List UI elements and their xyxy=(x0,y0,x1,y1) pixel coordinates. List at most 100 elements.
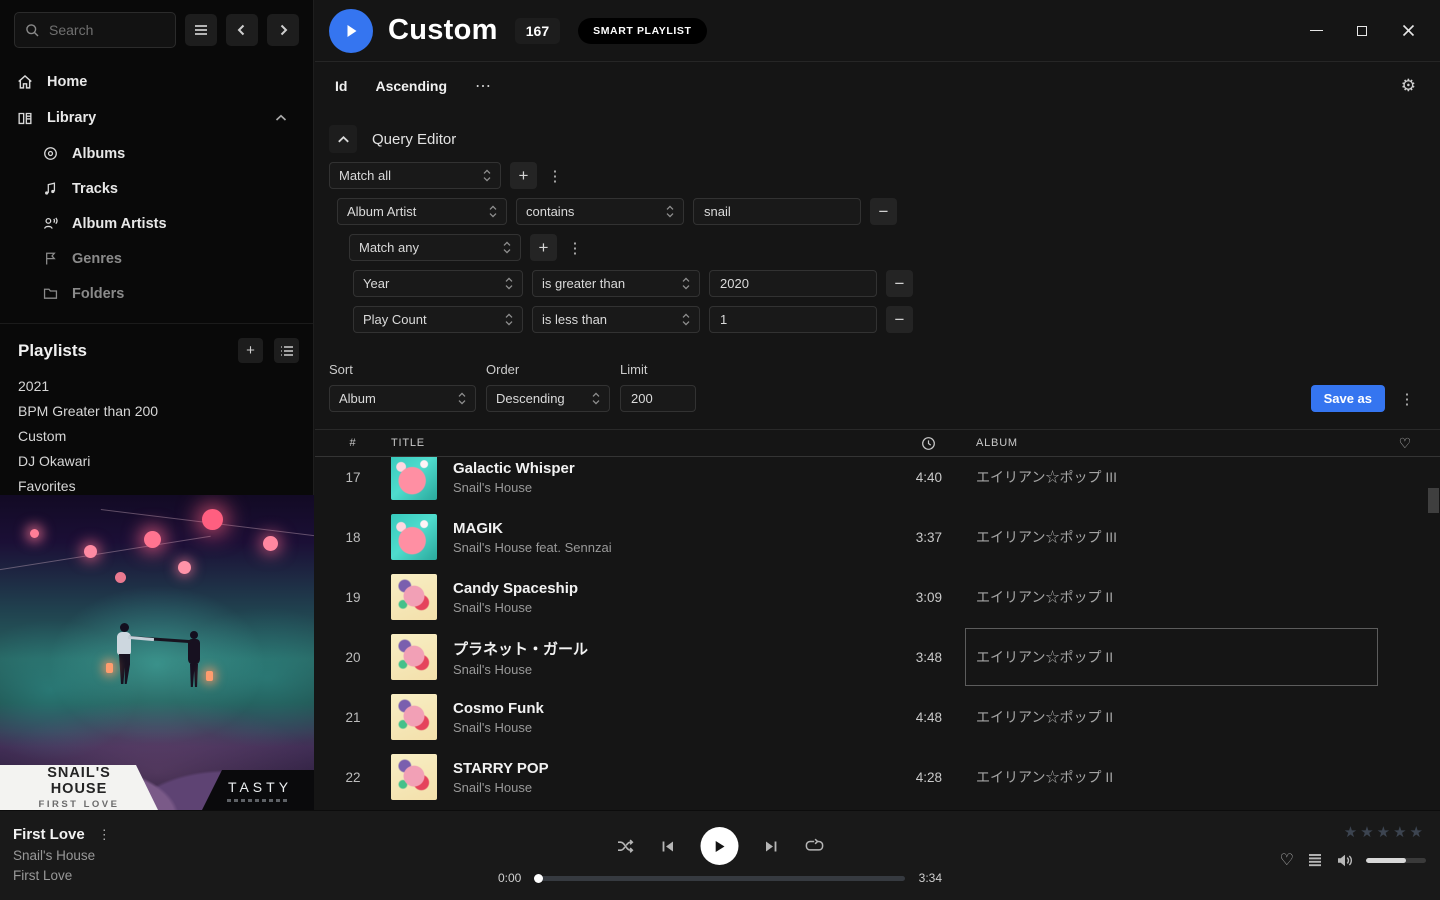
match-type-select[interactable]: Match all xyxy=(329,162,501,189)
maximize-button[interactable] xyxy=(1354,23,1370,39)
group-menu-button[interactable]: ⋮ xyxy=(546,167,564,185)
chevron-left-icon xyxy=(235,23,249,37)
track-count-badge: 167 xyxy=(515,18,560,44)
playlist-item[interactable]: Custom xyxy=(18,423,299,448)
rule-field-select[interactable]: Year xyxy=(353,270,523,297)
query-group-1: Match all + ⋮ xyxy=(329,162,1440,189)
save-menu-button[interactable]: ⋮ xyxy=(1398,390,1416,408)
playlist-item[interactable]: 2021 xyxy=(18,373,299,398)
search-input[interactable]: Search xyxy=(14,12,176,48)
rule-value-input[interactable] xyxy=(693,198,861,225)
now-playing-artist[interactable]: Snail's House xyxy=(13,848,111,863)
album-art-thumbnail xyxy=(391,694,437,740)
table-row[interactable]: 22 STARRY POP Snail's House 4:28 エイリアン☆ポ… xyxy=(315,747,1440,807)
now-playing-menu-button[interactable]: ⋮ xyxy=(98,827,111,843)
column-header-title[interactable]: TITLE xyxy=(391,437,876,449)
collapse-query-editor-button[interactable] xyxy=(329,125,357,153)
remove-rule-button[interactable]: − xyxy=(886,306,913,333)
previous-track-button[interactable] xyxy=(660,839,676,854)
close-button[interactable] xyxy=(1400,23,1416,39)
sort-direction-button[interactable]: Ascending xyxy=(375,78,447,94)
playlist-item[interactable]: BPM Greater than 200 xyxy=(18,398,299,423)
order-select[interactable]: Descending xyxy=(486,385,610,412)
sidebar-item-home[interactable]: Home xyxy=(0,64,313,100)
playlists-title: Playlists xyxy=(18,341,227,361)
rule-operator-select[interactable]: is less than xyxy=(532,306,700,333)
play-playlist-button[interactable] xyxy=(329,9,373,53)
select-spinner-icon xyxy=(503,241,511,254)
sidebar-item-albums[interactable]: Albums xyxy=(0,136,313,171)
column-header-index[interactable]: # xyxy=(315,437,391,449)
forward-button[interactable] xyxy=(267,14,299,46)
more-options-button[interactable]: ⋯ xyxy=(475,76,492,96)
sort-field-button[interactable]: Id xyxy=(335,78,347,94)
seek-knob[interactable] xyxy=(534,874,543,883)
select-spinner-icon xyxy=(666,205,674,218)
now-playing-album[interactable]: First Love xyxy=(13,868,111,883)
rule-value-input[interactable] xyxy=(709,306,877,333)
rule-value-input[interactable] xyxy=(709,270,877,297)
search-placeholder: Search xyxy=(49,22,93,38)
next-track-button[interactable] xyxy=(764,839,780,854)
track-album-focused[interactable]: エイリアン☆ポップ II xyxy=(942,627,1384,687)
play-pause-button[interactable] xyxy=(701,827,739,865)
repeat-button[interactable] xyxy=(805,838,825,855)
table-header: # TITLE ALBUM ♡ xyxy=(315,429,1440,457)
album-art-thumbnail xyxy=(391,574,437,620)
remove-rule-button[interactable]: − xyxy=(886,270,913,297)
column-header-favorite[interactable]: ♡ xyxy=(1384,435,1440,452)
menu-button[interactable] xyxy=(185,14,217,46)
column-header-duration[interactable] xyxy=(876,436,942,451)
sidebar-item-genres[interactable]: Genres xyxy=(0,241,313,276)
playlist-list: 2021 BPM Greater than 200 Custom DJ Okaw… xyxy=(18,373,299,498)
group-menu-button[interactable]: ⋮ xyxy=(566,239,584,257)
sidebar-item-folders[interactable]: Folders xyxy=(0,276,313,311)
favorite-button[interactable]: ♡ xyxy=(1280,850,1294,870)
rule-field-select[interactable]: Play Count xyxy=(353,306,523,333)
table-row[interactable]: 21 Cosmo Funk Snail's House 4:48 エイリアン☆ポ… xyxy=(315,687,1440,747)
minimize-button[interactable] xyxy=(1308,23,1324,39)
sidebar-item-album-artists[interactable]: Album Artists xyxy=(0,206,313,241)
scrollbar-thumb[interactable] xyxy=(1428,488,1439,513)
remove-rule-button[interactable]: − xyxy=(870,198,897,225)
table-row[interactable]: 18 MAGIK Snail's House feat. Sennzai 3:3… xyxy=(315,507,1440,567)
gear-icon[interactable]: ⚙ xyxy=(1401,76,1416,96)
rule-operator-select[interactable]: is greater than xyxy=(532,270,700,297)
table-row[interactable]: 20 プラネット・ガール Snail's House 3:48 エイリアン☆ポッ… xyxy=(315,627,1440,687)
sidebar-item-tracks[interactable]: Tracks xyxy=(0,171,313,206)
back-button[interactable] xyxy=(226,14,258,46)
sidebar-item-library[interactable]: Library xyxy=(0,100,313,136)
sort-select[interactable]: Album xyxy=(329,385,476,412)
limit-label: Limit xyxy=(620,362,696,377)
now-playing-info: First Love ⋮ Snail's House First Love xyxy=(13,826,111,883)
seek-bar[interactable] xyxy=(535,876,904,881)
chevron-up-icon[interactable] xyxy=(275,114,297,122)
track-duration: 4:48 xyxy=(876,710,942,725)
select-spinner-icon xyxy=(592,392,600,405)
queue-button[interactable] xyxy=(1307,853,1323,867)
app-window: Search Ho xyxy=(0,0,1440,900)
now-playing-album-art[interactable]: SNAIL'S HOUSE FIRST LOVE TASTY xyxy=(0,495,314,810)
rule-operator-select[interactable]: contains xyxy=(516,198,684,225)
limit-input[interactable] xyxy=(620,385,696,412)
add-rule-button[interactable]: + xyxy=(510,162,537,189)
save-as-button[interactable]: Save as xyxy=(1311,385,1385,412)
track-title: STARRY POP xyxy=(453,760,549,777)
track-artist: Snail's House xyxy=(453,780,549,795)
order-label: Order xyxy=(486,362,610,377)
add-rule-button[interactable]: + xyxy=(530,234,557,261)
column-header-album[interactable]: ALBUM xyxy=(942,437,1384,449)
playlist-list-button[interactable] xyxy=(274,338,299,363)
rating-stars[interactable]: ★★★★★ xyxy=(1344,823,1426,841)
shuffle-button[interactable] xyxy=(616,837,635,855)
table-row[interactable]: 17 Galactic Whisper Snail's House 4:40 エ… xyxy=(315,457,1440,507)
rule-field-select[interactable]: Album Artist xyxy=(337,198,507,225)
now-playing-title[interactable]: First Love xyxy=(13,826,85,843)
sort-label: Sort xyxy=(329,362,476,377)
volume-slider[interactable] xyxy=(1366,858,1426,863)
table-row[interactable]: 19 Candy Spaceship Snail's House 3:09 エイ… xyxy=(315,567,1440,627)
add-playlist-button[interactable]: + xyxy=(238,338,263,363)
volume-icon[interactable] xyxy=(1336,853,1353,868)
playlist-item[interactable]: DJ Okawari xyxy=(18,448,299,473)
match-type-select[interactable]: Match any xyxy=(349,234,521,261)
